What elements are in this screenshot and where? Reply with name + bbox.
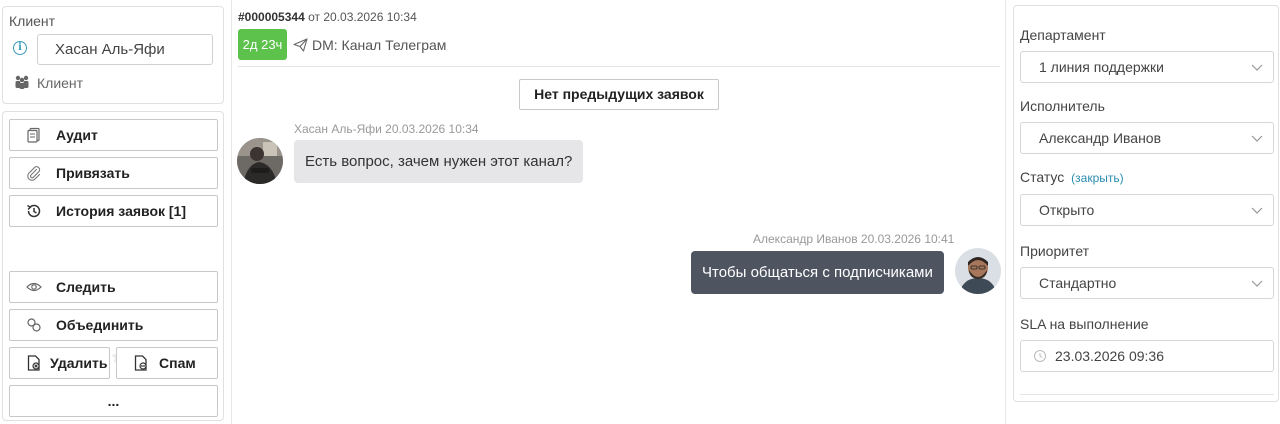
sla-datetime-field[interactable]: 23.03.2026 09:36: [1020, 340, 1274, 372]
history-button[interactable]: История заявок [1]: [9, 195, 218, 227]
assignee-select[interactable]: Александр Иванов: [1020, 122, 1274, 154]
follow-button-label: Следить: [56, 279, 116, 295]
more-button[interactable]: ...: [9, 385, 218, 417]
spam-button[interactable]: Спам: [116, 347, 218, 379]
link-button-label: Привязать: [56, 165, 130, 181]
actions-card: Аудит Привязать История заявок [1] ★ ★ ★…: [2, 111, 224, 421]
delete-file-icon: [26, 355, 42, 371]
priority-select[interactable]: Стандартно: [1020, 267, 1274, 299]
incoming-message-bubble: Есть вопрос, зачем нужен этот канал?: [294, 140, 584, 183]
ticket-number: #000005344: [238, 10, 305, 24]
no-previous-tickets-button[interactable]: Нет предыдущих заявок: [519, 79, 719, 110]
department-label: Департамент: [1020, 27, 1106, 43]
eye-icon: [26, 279, 42, 295]
assignee-label: Исполнитель: [1020, 98, 1105, 114]
message-meta: Александр Иванов 20.03.2026 10:41: [753, 232, 955, 246]
client-card: Клиент i Хасан Аль-Яфи Клиент: [2, 6, 224, 104]
chevron-down-icon: [1251, 135, 1263, 142]
assignee-value: Александр Иванов: [1039, 130, 1162, 146]
panel-divider: [1020, 394, 1274, 395]
channel-label: DM: Канал Телеграм: [312, 37, 447, 53]
header-divider: [238, 66, 1000, 67]
link-button[interactable]: Привязать: [9, 157, 218, 189]
priority-value: Стандартно: [1039, 275, 1117, 291]
spam-button-label: Спам: [159, 355, 196, 371]
status-label-row: Статус (закрыть): [1020, 169, 1124, 185]
telegram-send-icon: [293, 38, 308, 52]
audit-icon: [26, 127, 42, 143]
client-card-title: Клиент: [9, 13, 56, 29]
merge-icon: [26, 317, 42, 333]
department-select[interactable]: 1 линия поддержки: [1020, 51, 1274, 83]
delete-button[interactable]: Удалить: [9, 347, 110, 379]
client-name-field[interactable]: Хасан Аль-Яфи: [37, 34, 213, 65]
left-panel: Клиент i Хасан Аль-Яфи Клиент Аудит Прив…: [0, 0, 226, 424]
priority-label: Приоритет: [1020, 243, 1090, 259]
agent-avatar: [955, 248, 1001, 294]
sla-label: SLA на выполнение: [1020, 316, 1149, 332]
audit-button[interactable]: Аудит: [9, 119, 218, 151]
merge-button-label: Объединить: [56, 317, 144, 333]
client-avatar: [237, 138, 283, 184]
ticket-conversation: #000005344 от 20.03.2026 10:34 2д 23ч DM…: [231, 0, 1006, 424]
close-ticket-link[interactable]: (закрыть): [1071, 171, 1123, 185]
info-icon[interactable]: i: [13, 41, 27, 55]
client-role-label: Клиент: [37, 75, 84, 91]
history-icon: [26, 203, 42, 219]
chevron-down-icon: [1251, 280, 1263, 287]
audit-button-label: Аудит: [56, 127, 98, 143]
message-meta: Хасан Аль-Яфи 20.03.2026 10:34: [294, 122, 479, 136]
history-button-label: История заявок [1]: [56, 203, 186, 219]
department-value: 1 линия поддержки: [1039, 59, 1164, 75]
sla-timer-badge: 2д 23ч: [238, 29, 287, 60]
delete-button-label: Удалить: [50, 355, 108, 371]
status-select[interactable]: Открыто: [1020, 194, 1274, 226]
chevron-down-icon: [1251, 207, 1263, 214]
status-label: Статус: [1020, 169, 1065, 185]
status-value: Открыто: [1039, 202, 1095, 218]
clock-icon: [1034, 350, 1046, 362]
chevron-down-icon: [1251, 64, 1263, 71]
ticket-date: от 20.03.2026 10:34: [308, 10, 417, 24]
follow-button[interactable]: Следить: [9, 271, 218, 303]
ticket-details-panel: Департамент 1 линия поддержки Исполнител…: [1013, 5, 1279, 402]
paperclip-icon: [26, 165, 42, 181]
ticket-header: #000005344 от 20.03.2026 10:34: [238, 10, 417, 24]
more-button-label: ...: [107, 393, 120, 409]
people-icon: [15, 75, 29, 89]
sla-value: 23.03.2026 09:36: [1055, 348, 1164, 364]
outgoing-message-bubble: Чтобы общаться с подписчиками: [691, 251, 944, 294]
merge-button[interactable]: Объединить: [9, 309, 218, 341]
spam-file-icon: [133, 355, 149, 371]
